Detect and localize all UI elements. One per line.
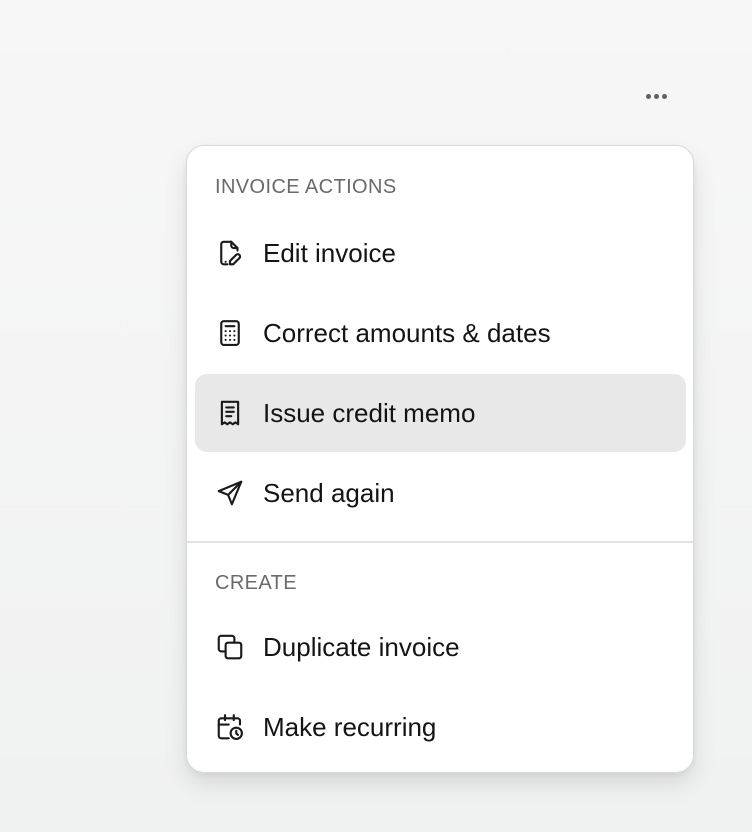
invoice-actions-menu: INVOICE ACTIONS Edit invoice Correct amo…	[186, 145, 694, 773]
menu-item-label: Duplicate invoice	[263, 632, 460, 662]
menu-item-label: Correct amounts & dates	[263, 318, 551, 348]
send-icon	[215, 478, 245, 508]
edit-document-icon	[215, 238, 245, 268]
menu-item-issue-credit-memo[interactable]: Issue credit memo	[195, 374, 686, 452]
calculator-icon	[215, 318, 245, 348]
receipt-icon	[215, 398, 245, 428]
calendar-clock-icon	[215, 712, 245, 742]
more-horizontal-icon	[645, 93, 651, 99]
menu-item-label: Make recurring	[263, 712, 437, 742]
menu-divider	[187, 541, 693, 543]
more-options-button[interactable]	[632, 76, 680, 116]
menu-item-correct-amounts-dates[interactable]: Correct amounts & dates	[195, 294, 686, 372]
menu-item-label: Send again	[263, 478, 395, 508]
menu-item-duplicate-invoice[interactable]: Duplicate invoice	[195, 608, 686, 686]
section-heading-create: CREATE	[215, 572, 298, 594]
more-horizontal-icon	[661, 93, 667, 99]
menu-item-label: Edit invoice	[263, 238, 396, 268]
copy-icon	[215, 632, 245, 662]
menu-item-label: Issue credit memo	[263, 398, 476, 428]
section-heading-invoice-actions: INVOICE ACTIONS	[215, 176, 397, 198]
menu-item-edit-invoice[interactable]: Edit invoice	[195, 214, 686, 292]
menu-item-make-recurring[interactable]: Make recurring	[195, 688, 686, 766]
more-horizontal-icon	[653, 93, 659, 99]
menu-item-send-again[interactable]: Send again	[195, 454, 686, 532]
